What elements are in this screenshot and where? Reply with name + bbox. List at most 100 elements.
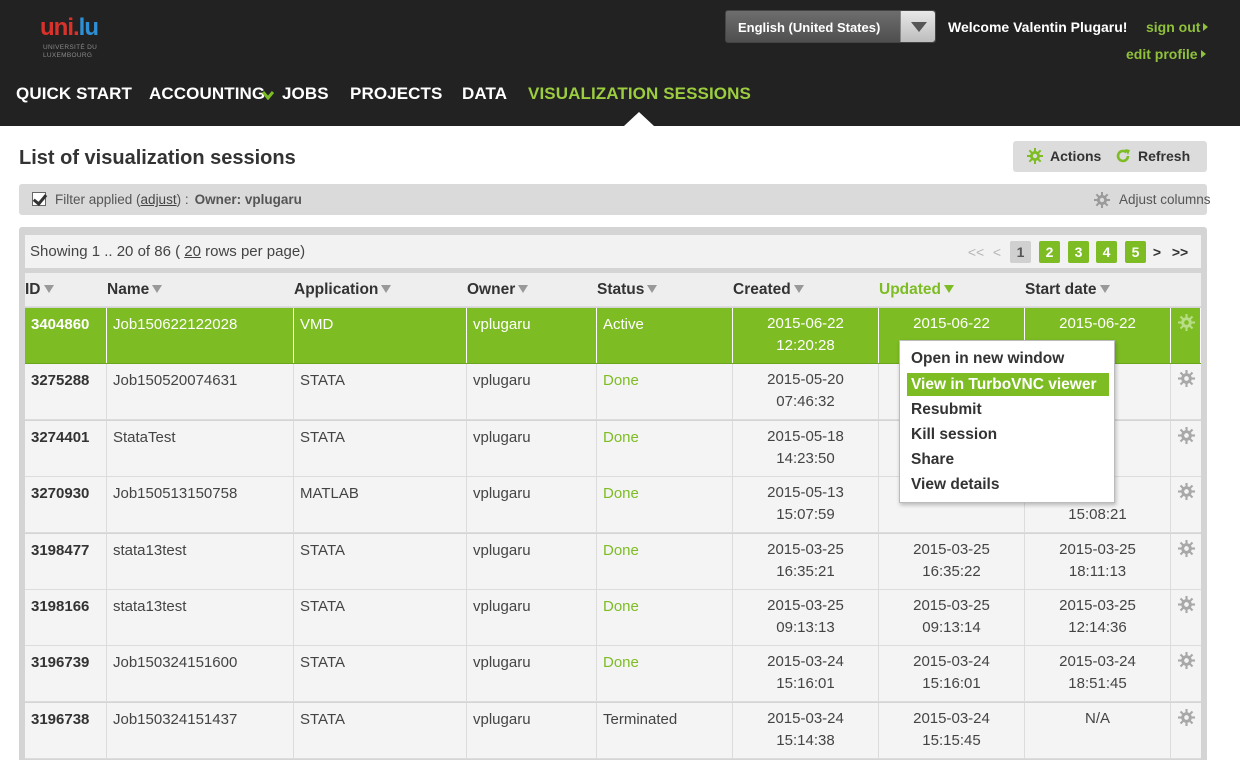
row-owner-cell: vplugaru: [467, 702, 597, 758]
created-time: 16:35:21: [776, 562, 835, 580]
created-date: 2015-03-24: [767, 653, 844, 671]
gear-icon[interactable]: [1178, 652, 1195, 670]
row-owner-cell: vplugaru: [467, 308, 597, 363]
row-created-cell: 2015-05-20 07:46:32: [733, 364, 879, 420]
row-status-cell: Done: [597, 420, 733, 476]
column-header-name[interactable]: Name: [107, 281, 163, 299]
page-prev-button[interactable]: <: [991, 241, 1003, 263]
gear-icon[interactable]: [1178, 539, 1195, 557]
row-app-cell: STATA: [294, 646, 467, 702]
gear-icon[interactable]: [1178, 370, 1195, 388]
page-last-button[interactable]: >>: [1169, 241, 1191, 263]
page-next-button[interactable]: >: [1151, 241, 1163, 263]
active-nav-pointer: [624, 112, 654, 126]
edit-profile-link[interactable]: edit profile: [1126, 46, 1206, 62]
created-time: 12:20:28: [776, 337, 835, 354]
row-app-cell: VMD: [294, 308, 467, 363]
page-5-button[interactable]: 5: [1125, 241, 1146, 263]
created-time: 15:07:59: [776, 506, 835, 524]
created-time: 15:14:38: [776, 731, 835, 749]
table-row[interactable]: 3198477 stata13test STATA vplugaru Done 2015-…: [25, 533, 1201, 590]
row-start-cell: 2015-03-24 18:51:45: [1025, 646, 1171, 702]
language-select[interactable]: English (United States): [725, 10, 936, 43]
sort-icon: [381, 285, 392, 293]
menu-view-details[interactable]: View details: [907, 473, 1109, 496]
page-3-button[interactable]: 3: [1068, 241, 1089, 263]
row-status-cell: Done: [597, 646, 733, 702]
nav-quick-start[interactable]: QUICK START: [16, 84, 132, 104]
column-header-application[interactable]: Application: [294, 281, 392, 299]
menu-kill-session[interactable]: Kill session: [907, 423, 1109, 446]
row-actions-cell: [1171, 646, 1201, 701]
nav-visualization-sessions[interactable]: VISUALIZATION SESSIONS: [528, 84, 751, 104]
filter-bar: Filter applied (adjust) : Owner: vplugaru…: [19, 184, 1211, 215]
row-owner-cell: vplugaru: [467, 420, 597, 476]
row-id-cell: 3404860: [25, 308, 107, 363]
row-app-cell: STATA: [294, 420, 467, 476]
sort-icon: [793, 285, 804, 293]
row-created-cell: 2015-05-13 15:07:59: [733, 477, 879, 533]
created-time: 07:46:32: [776, 393, 835, 411]
updated-date: 2015-03-24: [913, 709, 990, 727]
created-time: 09:13:13: [776, 619, 835, 636]
row-created-cell: 2015-03-24 15:16:01: [733, 646, 879, 702]
column-header-owner[interactable]: Owner: [467, 281, 529, 299]
menu-view-turbovnc[interactable]: View in TurboVNC viewer: [907, 373, 1109, 396]
gear-icon[interactable]: [1178, 483, 1195, 501]
actions-button[interactable]: Actions: [1027, 148, 1101, 164]
table-row[interactable]: 3196739 Job150324151600 STATA vplugaru Done 2…: [25, 646, 1201, 703]
rows-per-page-link[interactable]: 20: [184, 243, 201, 260]
nav-accounting[interactable]: ACCOUNTING: [149, 84, 265, 104]
filter-checkbox[interactable]: [32, 192, 46, 206]
nav-projects[interactable]: PROJECTS: [350, 84, 442, 104]
row-name-cell: Job150513150758: [107, 477, 294, 533]
sort-icon: [944, 285, 954, 293]
column-header-id[interactable]: ID: [25, 281, 54, 299]
page-4-button[interactable]: 4: [1096, 241, 1117, 263]
filter-summary: Filter applied (adjust) : Owner: vplugaru: [55, 192, 302, 207]
page-2-button[interactable]: 2: [1039, 241, 1060, 263]
column-header-created[interactable]: Created: [733, 281, 804, 299]
created-date: 2015-05-20: [767, 371, 844, 389]
nav-jobs[interactable]: JOBS: [282, 84, 329, 104]
row-id-cell: 3196738: [25, 702, 107, 758]
gear-icon[interactable]: [1178, 426, 1195, 444]
row-id-cell: 3196739: [25, 646, 107, 702]
row-updated-cell: 2015-03-25 09:13:14: [879, 590, 1025, 645]
updated-date: 2015-03-25: [913, 540, 990, 558]
row-app-cell: STATA: [294, 702, 467, 758]
nav-data[interactable]: DATA: [462, 84, 507, 104]
row-owner-cell: vplugaru: [467, 533, 597, 589]
showing-summary: Showing 1 .. 20 of 86 ( 20 rows per page…: [30, 243, 306, 260]
column-header-start-date[interactable]: Start date: [1025, 281, 1110, 299]
gear-icon[interactable]: [1178, 314, 1195, 331]
row-created-cell: 2015-06-22 12:20:28: [733, 308, 879, 363]
adjust-columns-button[interactable]: Adjust columns: [1094, 192, 1211, 208]
university-logo[interactable]: uni.lu UNIVERSITÉ DU LUXEMBOURG: [40, 16, 102, 62]
table-row[interactable]: 3198166 stata13test STATA vplugaru Done 2015-…: [25, 590, 1201, 646]
column-header-status[interactable]: Status: [597, 281, 658, 299]
created-date: 2015-06-22: [767, 315, 844, 332]
page-first-button[interactable]: <<: [965, 241, 987, 263]
created-date: 2015-03-25: [767, 540, 844, 558]
updated-date: 2015-03-25: [913, 597, 990, 614]
row-name-cell: stata13test: [107, 590, 294, 645]
row-name-cell: Job150324151600: [107, 646, 294, 702]
table-row[interactable]: 3196738 Job150324151437 STATA vplugaru Termi…: [25, 702, 1201, 759]
menu-share[interactable]: Share: [907, 448, 1109, 471]
sign-out-link[interactable]: sign out: [1146, 19, 1209, 35]
gear-icon[interactable]: [1178, 708, 1195, 726]
gear-icon: [1094, 192, 1110, 208]
dropdown-arrow-icon[interactable]: [900, 11, 935, 42]
adjust-filter-link[interactable]: adjust: [141, 192, 177, 207]
row-start-cell: 2015-03-25 18:11:13: [1025, 533, 1171, 589]
menu-resubmit[interactable]: Resubmit: [907, 398, 1109, 421]
row-status-cell: Active: [597, 308, 733, 363]
gear-icon[interactable]: [1178, 596, 1195, 613]
column-header-updated[interactable]: Updated: [879, 281, 954, 299]
refresh-button[interactable]: Refresh: [1115, 148, 1190, 164]
start-time: 12:14:36: [1068, 619, 1127, 636]
row-created-cell: 2015-03-25 09:13:13: [733, 590, 879, 645]
menu-open-new-window[interactable]: Open in new window: [907, 347, 1109, 370]
chevron-down-icon[interactable]: [262, 90, 274, 100]
